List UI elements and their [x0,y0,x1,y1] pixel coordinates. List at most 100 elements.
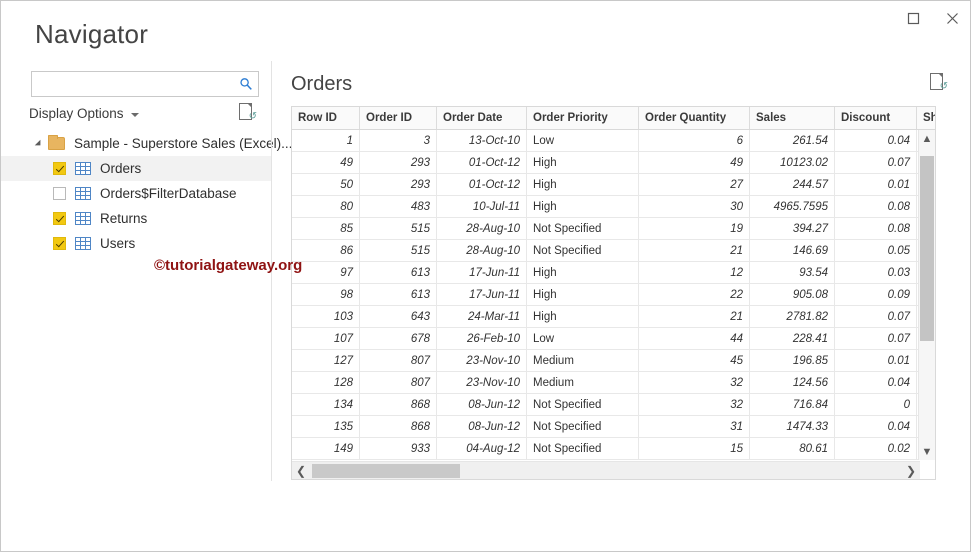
table-cell: 261.54 [750,130,835,151]
tree-item-label: Orders$FilterDatabase [100,186,237,201]
table-cell: 124.56 [750,372,835,393]
table-cell: 6 [639,130,750,151]
table-cell: 107 [292,328,360,349]
table-cell: 807 [360,350,437,371]
table-cell: 149 [292,438,360,459]
scroll-down-icon[interactable]: ▼ [919,443,935,460]
table-cell: 19 [639,218,750,239]
table-cell: 28-Aug-10 [437,240,527,261]
column-header[interactable]: Discount [835,107,917,129]
preview-pane: Orders ↺ Row ID Order ID Order Date Order P… [291,61,948,491]
table-row[interactable]: 10767826-Feb-10Low44228.410.07R [292,328,935,350]
table-row[interactable]: 12880723-Nov-10Medium32124.560.04R [292,372,935,394]
column-header[interactable]: Order Quantity [639,107,750,129]
search-icon[interactable] [234,72,258,96]
table-cell: 04-Aug-12 [437,438,527,459]
column-header[interactable]: Order Date [437,107,527,129]
search-input[interactable] [32,72,234,96]
checkbox-users[interactable] [53,237,66,250]
table-row[interactable]: 8551528-Aug-10Not Specified19394.270.08R [292,218,935,240]
vertical-scroll-thumb[interactable] [920,156,934,341]
table-row[interactable]: 14993304-Aug-12Not Specified1580.610.02R [292,438,935,460]
table-cell: 0.07 [835,306,917,327]
table-cell: 515 [360,218,437,239]
table-cell: 32 [639,372,750,393]
chevron-down-icon [130,113,139,117]
table-cell: 21 [639,240,750,261]
table-row[interactable]: 10364324-Mar-11High212781.820.07E [292,306,935,328]
window-controls [894,1,970,35]
maximize-icon[interactable] [894,1,933,35]
table-cell: 22 [639,284,750,305]
table-cell: 98 [292,284,360,305]
table-cell: 01-Oct-12 [437,152,527,173]
sidebar-item-users[interactable]: Users [1,231,271,256]
table-row[interactable]: 135 868 08-Jun-12 Not Specified 31 1474.33 0.0… [292,416,935,438]
table-cell: 85 [292,218,360,239]
table-cell: 12 [639,262,750,283]
close-icon[interactable] [933,1,970,35]
table-row[interactable]: 8048310-Jul-11High304965.75950.08R [292,196,935,218]
table-cell: 26-Feb-10 [437,328,527,349]
table-row[interactable]: 12780723-Nov-10Medium45196.850.01R [292,350,935,372]
table-row[interactable]: 8651528-Aug-10Not Specified21146.690.05R [292,240,935,262]
navigator-dialog: Navigator Display Options ↺ Sample - Sup… [0,0,971,552]
page-title: Navigator [35,19,149,49]
horizontal-scrollbar[interactable]: ❮ ❯ [292,461,920,479]
preview-title: Orders [291,73,353,95]
table-cell: 10-Jul-11 [437,196,527,217]
table-cell: High [527,152,639,173]
expander-caret-icon[interactable] [33,138,45,150]
table-cell: 0.04 [835,372,917,393]
scroll-left-icon[interactable]: ❮ [292,462,310,480]
table-cell: 15 [639,438,750,459]
column-header[interactable]: Order Priority [527,107,639,129]
table-icon [75,212,91,225]
table-cell: 24-Mar-11 [437,306,527,327]
table-row[interactable]: 5029301-Oct-12High27244.570.01R [292,174,935,196]
table-cell: 44 [639,328,750,349]
checkbox-returns[interactable] [53,212,66,225]
table-cell: 807 [360,372,437,393]
horizontal-scroll-track[interactable] [310,462,902,480]
dialog-footer: Load Edit Cancel [1,489,970,551]
checkbox-orders[interactable] [53,162,66,175]
tree-root-node[interactable]: Sample - Superstore Sales (Excel)... [1,131,292,156]
table-cell: High [527,174,639,195]
vertical-scrollbar[interactable]: ▲ ▼ [918,130,935,460]
table-cell: 0.09 [835,284,917,305]
table-row[interactable]: 1313-Oct-10Low6261.540.04R [292,130,935,152]
table-cell: Not Specified [527,394,639,415]
table-cell: 103 [292,306,360,327]
preview-table: Row ID Order ID Order Date Order Priority Or… [291,106,936,480]
column-header[interactable]: Row ID [292,107,360,129]
table-cell: 244.57 [750,174,835,195]
refresh-document-icon-left[interactable]: ↺ [239,103,257,122]
table-cell: 31 [639,416,750,437]
table-cell: Low [527,328,639,349]
display-options-dropdown[interactable]: Display Options [29,106,139,121]
sidebar-item-orders[interactable]: Orders [1,156,271,181]
scroll-right-icon[interactable]: ❯ [902,462,920,480]
table-cell: Medium [527,372,639,393]
table-cell: 394.27 [750,218,835,239]
column-header[interactable]: Order ID [360,107,437,129]
sidebar-item-orders-filterdatabase[interactable]: Orders$FilterDatabase [1,181,271,206]
table-icon [75,237,91,250]
column-header[interactable]: Sales [750,107,835,129]
table-cell: 515 [360,240,437,261]
table-row[interactable]: 9761317-Jun-11High1293.540.03R [292,262,935,284]
column-header[interactable]: Ship [917,107,935,129]
sidebar-item-returns[interactable]: Returns [1,206,271,231]
search-box[interactable] [31,71,259,97]
table-cell: Not Specified [527,240,639,261]
table-row[interactable]: 4929301-Oct-12High4910123.020.07D [292,152,935,174]
table-row[interactable]: 9861317-Jun-11High22905.080.09R [292,284,935,306]
checkbox-orders-filterdatabase[interactable] [53,187,66,200]
display-options-label: Display Options [29,106,124,121]
scroll-up-icon[interactable]: ▲ [919,130,935,147]
table-row[interactable]: 13486808-Jun-12Not Specified32716.840R [292,394,935,416]
left-pane: Display Options ↺ Sample - Superstore Sa… [1,61,292,491]
horizontal-scroll-thumb[interactable] [312,463,460,478]
refresh-preview-icon[interactable]: ↺ [930,73,948,92]
